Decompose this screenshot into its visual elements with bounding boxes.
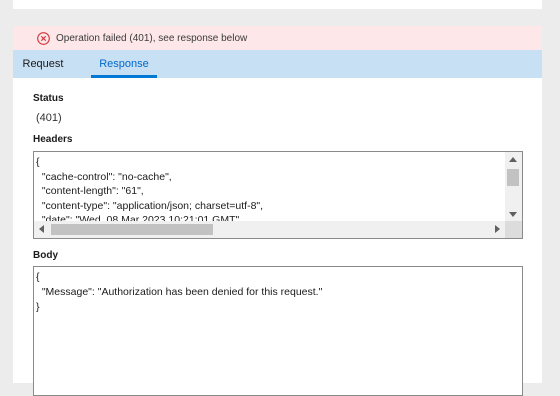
page-background <box>0 0 13 383</box>
error-banner: Operation failed (401), see response bel… <box>13 26 542 50</box>
vertical-scroll-thumb[interactable] <box>507 169 519 186</box>
tab-request[interactable]: Request <box>13 50 73 78</box>
headers-label: Headers <box>33 134 73 145</box>
body-content: { "Message": "Authorization has been den… <box>36 271 323 313</box>
test-result-panel: Operation failed (401), see response bel… <box>13 26 542 396</box>
status-label: Status <box>33 93 64 104</box>
previous-card <box>13 0 542 9</box>
status-value: (401) <box>36 112 62 124</box>
body-textarea[interactable]: { "Message": "Authorization has been den… <box>33 266 523 396</box>
headers-textarea[interactable]: { "cache-control": "no-cache", "content-… <box>33 151 523 239</box>
tab-bar: Request Response <box>13 50 542 78</box>
horizontal-scrollbar[interactable] <box>34 221 505 238</box>
scroll-down-icon[interactable] <box>509 212 517 217</box>
horizontal-scroll-thumb[interactable] <box>51 224 213 235</box>
tab-response[interactable]: Response <box>91 50 157 78</box>
scroll-up-icon[interactable] <box>509 157 517 162</box>
error-icon <box>36 31 50 45</box>
scrollbar-corner <box>505 221 522 238</box>
vertical-scrollbar[interactable] <box>505 152 522 222</box>
body-label: Body <box>33 250 58 261</box>
error-message: Operation failed (401), see response bel… <box>56 32 248 44</box>
headers-content: { "cache-control": "no-cache", "content-… <box>36 156 264 223</box>
scroll-left-icon[interactable] <box>39 225 44 233</box>
scroll-right-icon[interactable] <box>495 225 500 233</box>
